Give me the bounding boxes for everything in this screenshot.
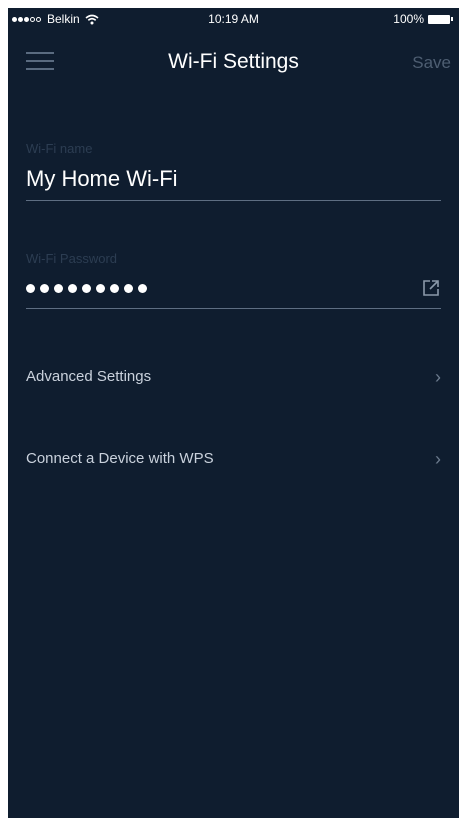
save-button[interactable]: Save bbox=[412, 53, 451, 73]
status-time: 10:19 AM bbox=[208, 12, 259, 26]
connect-wps-label: Connect a Device with WPS bbox=[26, 450, 214, 467]
connect-wps-row[interactable]: Connect a Device with WPS › bbox=[8, 436, 459, 482]
wifi-name-underline bbox=[26, 200, 441, 201]
advanced-settings-label: Advanced Settings bbox=[26, 368, 152, 385]
nav-bar: Wi-Fi Settings Save bbox=[8, 30, 459, 90]
wifi-password-label: Wi-Fi Password bbox=[26, 251, 118, 266]
battery-percent: 100% bbox=[393, 12, 424, 26]
wifi-password-field[interactable] bbox=[26, 284, 152, 293]
share-icon[interactable] bbox=[421, 278, 441, 298]
advanced-settings-row[interactable]: Advanced Settings › bbox=[8, 354, 459, 400]
chevron-right-icon: › bbox=[435, 367, 441, 387]
wifi-password-underline bbox=[26, 308, 441, 309]
phone-screen: Belkin 10:19 AM 100% Wi-Fi Settings Save bbox=[8, 8, 459, 818]
page-title: Wi-Fi Settings bbox=[168, 50, 299, 73]
wifi-name-label: Wi-Fi name bbox=[26, 141, 93, 156]
status-right: 100% bbox=[393, 12, 453, 26]
chevron-right-icon: › bbox=[435, 449, 441, 469]
wifi-name-field[interactable]: My Home Wi-Fi bbox=[26, 166, 178, 192]
status-bar: Belkin 10:19 AM 100% bbox=[8, 8, 459, 30]
battery-icon bbox=[428, 14, 453, 24]
